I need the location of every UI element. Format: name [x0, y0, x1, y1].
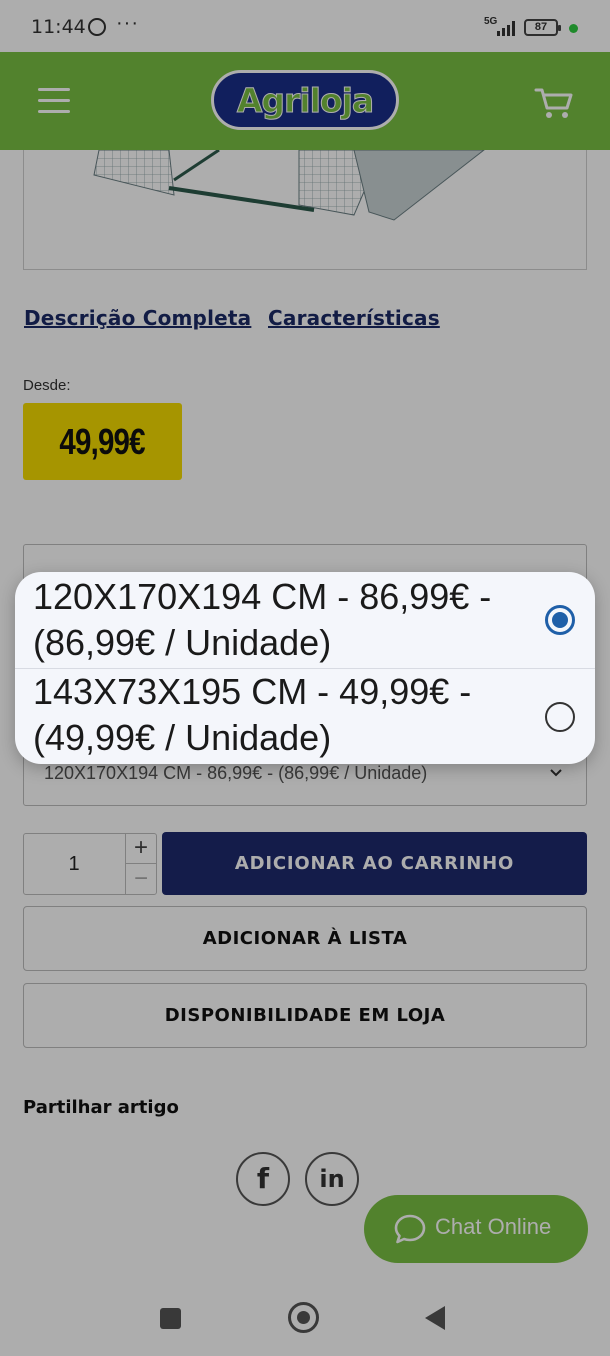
picker-option[interactable]: 120X170X194 CM - 86,99€ - (86,99€ / Unid…: [15, 572, 595, 668]
radio-selected-icon[interactable]: [545, 605, 575, 635]
radio-unselected-icon[interactable]: [545, 702, 575, 732]
variant-picker-dialog: 120X170X194 CM - 86,99€ - (86,99€ / Unid…: [15, 572, 595, 764]
picker-option[interactable]: 143X73X195 CM - 49,99€ - (49,99€ / Unida…: [15, 669, 595, 764]
picker-option-label: 120X170X194 CM - 86,99€ - (86,99€ / Unid…: [33, 576, 492, 663]
picker-option-label: 143X73X195 CM - 49,99€ - (49,99€ / Unida…: [33, 671, 472, 758]
